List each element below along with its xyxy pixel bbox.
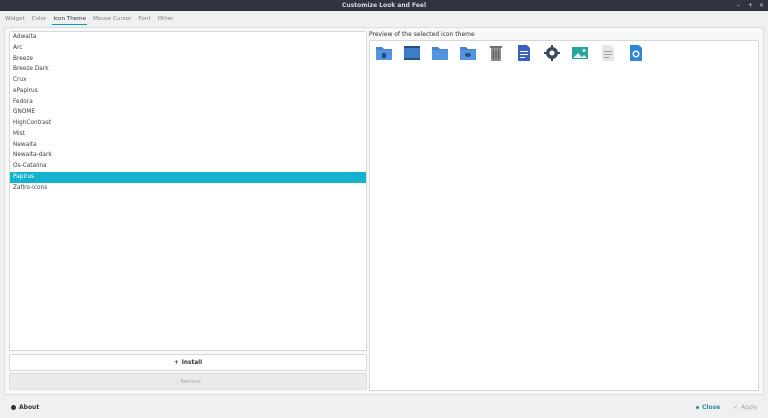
tab-icon-theme[interactable]: Icon Theme	[52, 15, 88, 25]
theme-list-item[interactable]: Breeze	[10, 54, 366, 65]
theme-list-item[interactable]: Crux	[10, 75, 366, 86]
checkmark-icon: ✓	[733, 404, 739, 411]
tab-font[interactable]: Font	[137, 15, 151, 25]
tab-bar: Widget Color Icon Theme Mouse Cursor Fon…	[4, 15, 174, 25]
folder-home-icon	[376, 47, 392, 60]
theme-list-item[interactable]: Fedora	[10, 97, 366, 108]
close-window-button[interactable]: ×	[757, 1, 766, 10]
theme-list-item[interactable]: Arc	[10, 43, 366, 54]
icon-theme-list[interactable]: Adwaita Arc Breeze Breeze Dark Crux ePapirus F…	[9, 31, 367, 351]
install-label: Install	[181, 359, 203, 366]
remove-label: Remove	[180, 378, 201, 385]
minimize-button[interactable]: –	[734, 1, 743, 10]
folder-remote-icon	[460, 47, 476, 60]
theme-list-item[interactable]: Os-Catalina	[10, 161, 366, 172]
apply-label: Apply	[741, 404, 758, 411]
icon-preview-area	[369, 40, 759, 391]
theme-list-item[interactable]: GNOME	[10, 107, 366, 118]
tab-other[interactable]: Other	[157, 15, 175, 25]
minus-icon: –	[175, 378, 178, 385]
theme-list-item[interactable]: Mist	[10, 129, 366, 140]
text-file-icon	[602, 45, 614, 61]
close-label: Close	[702, 404, 721, 411]
preview-label: Preview of the selected icon theme	[369, 31, 475, 38]
plus-icon: +	[173, 359, 179, 366]
web-browser-icon	[630, 45, 642, 61]
window-title: Customize Look and Feel	[341, 2, 427, 9]
theme-list-item[interactable]: Papirus	[10, 171, 366, 183]
theme-list-item[interactable]: Zafiro-icons	[10, 183, 366, 194]
folder-icon	[432, 47, 448, 60]
close-dot-icon	[696, 406, 699, 409]
document-icon	[518, 45, 530, 61]
theme-list-item[interactable]: Newaita-dark	[10, 150, 366, 161]
about-label: About	[19, 404, 40, 411]
tab-mouse-cursor[interactable]: Mouse Cursor	[92, 15, 132, 25]
preview-icons	[375, 44, 645, 62]
theme-list-item[interactable]: Breeze Dark	[10, 64, 366, 75]
apply-button[interactable]: ✓ Apply	[733, 404, 758, 411]
theme-list-item[interactable]: ePapirus	[10, 86, 366, 97]
tab-widget[interactable]: Widget	[4, 15, 26, 25]
info-icon	[11, 405, 16, 410]
theme-list-item[interactable]: Newaita	[10, 140, 366, 151]
theme-list-item[interactable]: Adwaita	[10, 32, 366, 43]
desktop-icon	[404, 46, 420, 60]
tab-color[interactable]: Color	[31, 15, 48, 25]
trash-icon	[490, 46, 502, 61]
remove-button[interactable]: – Remove	[9, 373, 367, 390]
about-button[interactable]: About	[11, 404, 39, 411]
maximize-button[interactable]: +	[746, 1, 755, 10]
install-button[interactable]: + Install	[9, 354, 367, 371]
theme-list-item[interactable]: HighContrast	[10, 118, 366, 129]
close-button[interactable]: Close	[696, 404, 720, 411]
image-icon	[572, 47, 588, 59]
title-bar: Customize Look and Feel – + ×	[0, 0, 768, 11]
settings-icon	[544, 45, 560, 61]
